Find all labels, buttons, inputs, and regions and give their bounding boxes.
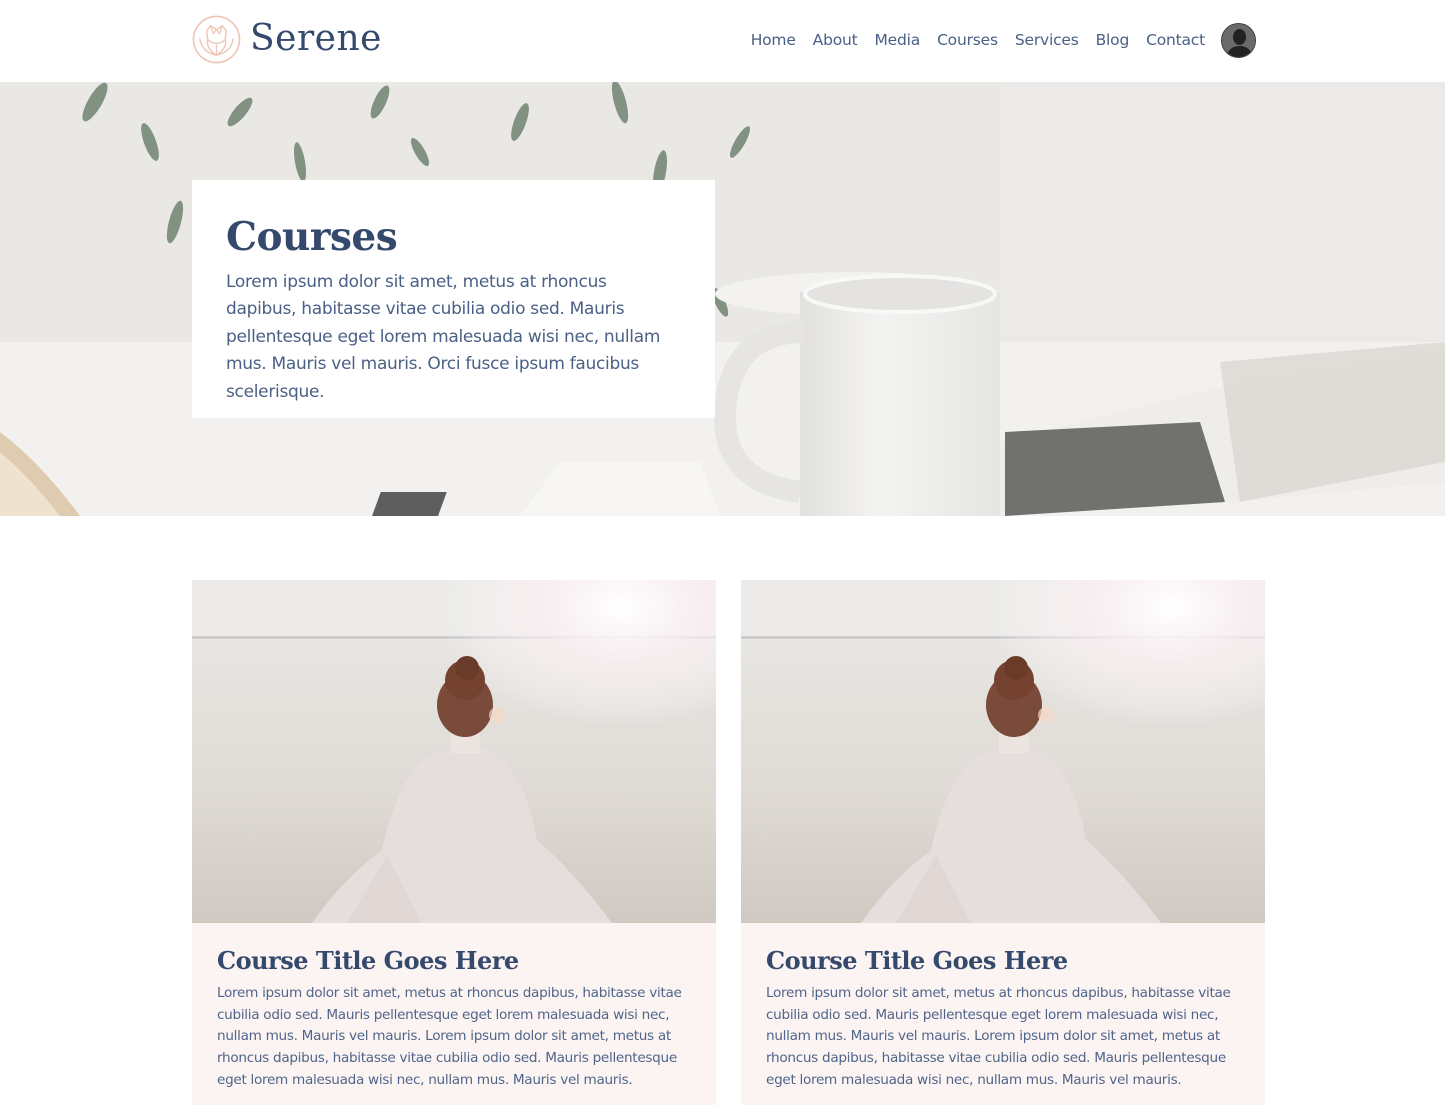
course-title[interactable]: Course Title Goes Here bbox=[766, 946, 1240, 976]
nav-about[interactable]: About bbox=[813, 31, 858, 49]
nav-media[interactable]: Media bbox=[875, 31, 921, 49]
lotus-icon bbox=[192, 15, 241, 63]
brand-name: Serene bbox=[250, 18, 382, 59]
site-header: Serene Home About Media Courses Services… bbox=[0, 0, 1445, 82]
nav-contact[interactable]: Contact bbox=[1146, 31, 1205, 49]
logo-link[interactable]: Serene bbox=[192, 14, 382, 64]
page-title: Courses bbox=[226, 214, 398, 260]
nav-blog[interactable]: Blog bbox=[1096, 31, 1130, 49]
woman-on-beach-image bbox=[192, 580, 716, 923]
nav-services[interactable]: Services bbox=[1015, 31, 1079, 49]
main-nav: Home About Media Courses Services Blog C… bbox=[751, 22, 1256, 58]
course-image[interactable] bbox=[741, 580, 1265, 923]
hero-description: Lorem ipsum dolor sit amet, metus at rho… bbox=[226, 271, 661, 402]
course-card[interactable]: Course Title Goes Here Lorem ipsum dolor… bbox=[741, 580, 1265, 1105]
course-description: Lorem ipsum dolor sit amet, metus at rho… bbox=[766, 984, 1231, 1088]
hero-card: Courses Lorem ipsum dolor sit amet, metu… bbox=[192, 180, 715, 418]
woman-on-beach-image bbox=[741, 580, 1265, 923]
nav-courses[interactable]: Courses bbox=[937, 31, 998, 49]
user-avatar-icon bbox=[1222, 23, 1255, 57]
nav-home[interactable]: Home bbox=[751, 31, 796, 49]
course-card[interactable]: Course Title Goes Here Lorem ipsum dolor… bbox=[192, 580, 716, 1105]
course-card-body: Course Title Goes Here Lorem ipsum dolor… bbox=[192, 923, 716, 1105]
course-image[interactable] bbox=[192, 580, 716, 923]
hero-section: Courses Lorem ipsum dolor sit amet, metu… bbox=[0, 82, 1445, 516]
user-avatar[interactable] bbox=[1221, 22, 1256, 58]
course-description: Lorem ipsum dolor sit amet, metus at rho… bbox=[217, 984, 682, 1088]
course-card-body: Course Title Goes Here Lorem ipsum dolor… bbox=[741, 923, 1265, 1105]
course-title[interactable]: Course Title Goes Here bbox=[217, 946, 691, 976]
